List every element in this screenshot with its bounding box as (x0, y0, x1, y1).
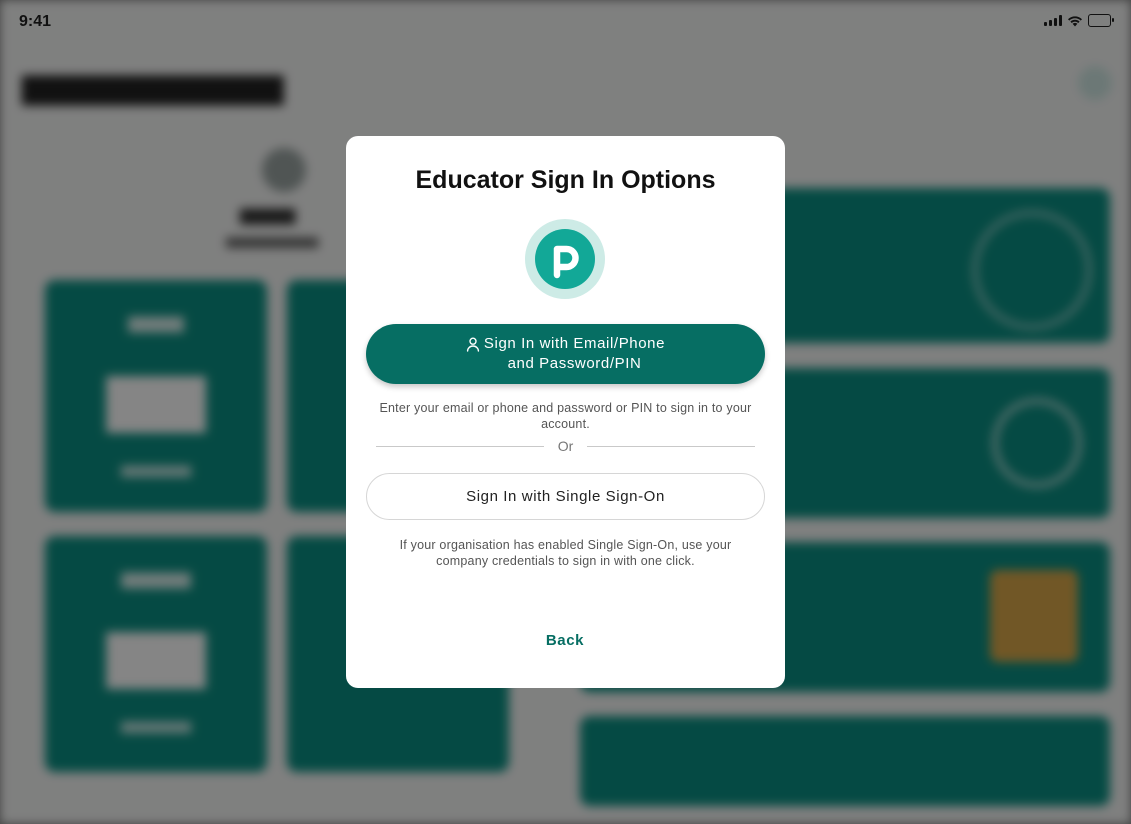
divider-line-right (587, 446, 755, 447)
status-time: 9:41 (19, 13, 52, 30)
app-logo (525, 219, 605, 299)
cellular-signal-icon (1044, 15, 1062, 26)
email-sign-in-help-text: Enter your email or phone and password o… (379, 401, 752, 431)
email-phone-sign-in-label-line1: Sign In with Email/Phone (483, 335, 666, 352)
email-phone-sign-in-button[interactable]: Sign In with Email/Phone and Password/PI… (366, 324, 765, 384)
email-phone-sign-in-label: Sign In with Email/Phone and Password/PI… (484, 334, 665, 374)
battery-icon (1088, 14, 1114, 27)
sso-help-text: If your organisation has enabled Single … (399, 538, 732, 568)
p-logo-icon (535, 229, 595, 289)
email-phone-sign-in-label-line2: and Password/PIN (507, 355, 642, 372)
wifi-icon (1068, 15, 1082, 26)
or-divider: Or (376, 438, 755, 454)
sign-in-options-modal: Educator Sign In Options Sign In with Em… (346, 136, 785, 688)
user-icon (466, 337, 480, 352)
modal-title: Educator Sign In Options (415, 166, 716, 194)
sso-sign-in-button[interactable]: Sign In with Single Sign-On (366, 473, 765, 520)
status-icons (1044, 14, 1114, 27)
back-button[interactable]: Back (515, 629, 615, 653)
